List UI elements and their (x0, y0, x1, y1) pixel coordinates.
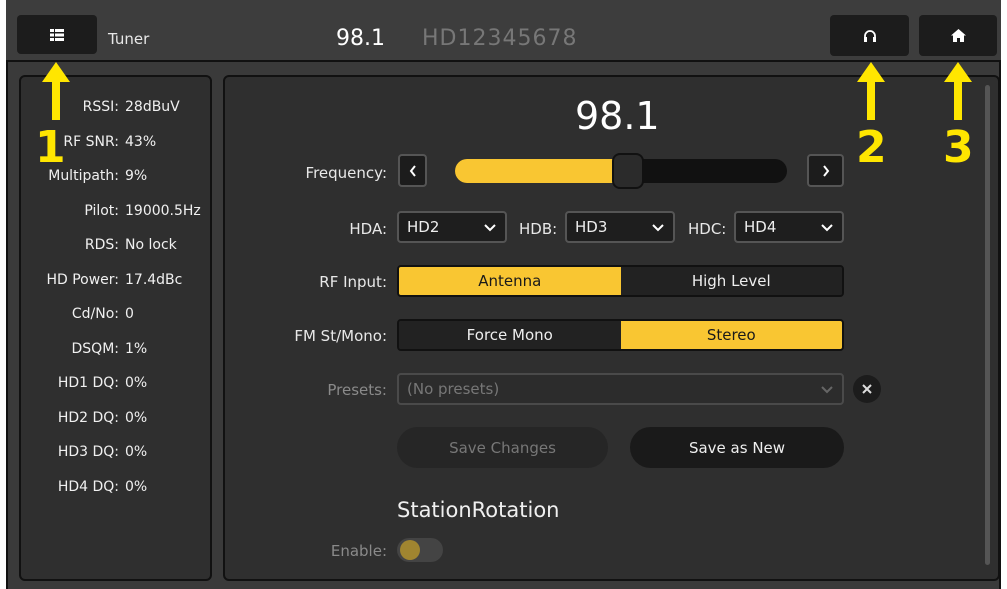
stat-label: HD Power: (46, 271, 119, 288)
stat-label: HD4 DQ: (57, 478, 119, 495)
hdc-label: HDC: (688, 220, 727, 238)
home-button[interactable] (919, 15, 997, 56)
fm-mode-label: FM St/Mono: (294, 327, 387, 345)
chevron-down-icon (652, 224, 664, 232)
stat-row: HD3 DQ: 0% (24, 444, 147, 460)
chevron-right-icon (822, 164, 829, 177)
stat-row: HD2 DQ: 0% (24, 410, 147, 426)
frequency-label: Frequency: (305, 164, 387, 182)
station-rotation-heading: StationRotation (397, 498, 560, 522)
stat-value: 19000.5Hz (125, 202, 201, 219)
chevron-left-icon (409, 164, 416, 177)
stat-label: Cd/No: (71, 306, 119, 322)
hdb-label: HDB: (519, 220, 558, 238)
frequency-slider-thumb[interactable] (611, 153, 644, 189)
stat-value: 0% (125, 375, 148, 391)
stat-row: HD1 DQ: 0% (24, 375, 147, 391)
chevron-down-icon (821, 224, 833, 232)
save-changes-button[interactable]: Save Changes (397, 427, 608, 468)
stat-label: HD1 DQ: (57, 375, 119, 391)
fm-mode-toggle[interactable]: Force Mono Stereo (397, 319, 844, 351)
stat-row: RDS: No lock (24, 237, 177, 253)
enable-label: Enable: (330, 542, 387, 560)
stat-row: Cd/No: 0 (24, 306, 134, 322)
stat-row: DSQM: 1% (24, 340, 148, 357)
frequency-display: 98.1 (575, 94, 660, 138)
chevron-down-icon (484, 224, 496, 232)
frequency-slider-fill (455, 159, 628, 183)
hda-select[interactable]: HD2 (397, 211, 507, 243)
stat-label: Pilot: (84, 202, 119, 219)
rf-input-toggle[interactable]: Antenna High Level (397, 265, 844, 297)
rf-input-antenna-option[interactable]: Antenna (399, 267, 621, 295)
chevron-down-icon (821, 386, 833, 394)
stat-value: 0 (125, 306, 134, 322)
stat-label: HD2 DQ: (57, 409, 119, 426)
frequency-slider[interactable] (455, 153, 787, 189)
toggle-knob (400, 540, 420, 560)
presets-select[interactable]: (No presets) (397, 373, 844, 405)
stat-label: HD3 DQ: (57, 444, 119, 460)
rf-input-high-level-option[interactable]: High Level (620, 267, 842, 295)
save-as-new-button[interactable]: Save as New (630, 427, 844, 468)
grid-menu-icon (50, 28, 64, 41)
stat-value: 1% (125, 340, 148, 357)
stat-value: 0% (125, 478, 148, 495)
stat-value: 0% (125, 409, 148, 426)
annotation-arrow-2 (857, 62, 885, 120)
hdc-select[interactable]: HD4 (734, 211, 844, 243)
annotation-arrow-1 (42, 62, 70, 120)
stat-value: 28dBuV (125, 99, 180, 115)
annotation-number-3: 3 (943, 122, 974, 173)
annotation-number-1: 1 (35, 122, 66, 173)
station-rotation-enable-toggle[interactable] (397, 538, 443, 562)
stat-row: HD4 DQ: 0% (24, 479, 147, 495)
presets-value: (No presets) (407, 380, 500, 398)
menu-button[interactable] (17, 15, 97, 54)
stat-label: RDS: (84, 237, 119, 253)
stat-value: No lock (125, 237, 177, 253)
stat-value: 0% (125, 444, 148, 460)
stat-row: Pilot: 19000.5Hz (24, 202, 201, 219)
presets-label: Presets: (327, 381, 387, 399)
hdc-value: HD4 (744, 218, 777, 236)
hda-value: HD2 (407, 218, 440, 236)
headphones-icon (863, 29, 876, 42)
annotation-arrow-3 (944, 62, 972, 120)
rf-input-label: RF Input: (319, 273, 387, 291)
frequency-down-button[interactable] (398, 154, 427, 187)
close-icon (862, 384, 872, 394)
annotation-number-2: 2 (856, 122, 887, 173)
hdb-select[interactable]: HD3 (565, 211, 675, 243)
current-frequency: 98.1 (336, 26, 385, 51)
hdb-value: HD3 (575, 218, 608, 236)
stat-label: DSQM: (71, 340, 119, 357)
clear-presets-button[interactable] (853, 375, 881, 403)
hda-label: HDA: (349, 220, 387, 238)
stat-row: HD Power: 17.4dBc (24, 272, 182, 288)
app-title: Tuner (108, 30, 150, 48)
headphones-button[interactable] (830, 15, 909, 56)
home-icon (950, 29, 966, 42)
main-scrollbar[interactable] (985, 85, 990, 565)
stat-value: 9% (125, 168, 148, 184)
frequency-up-button[interactable] (807, 154, 844, 187)
fm-stereo-option[interactable]: Stereo (620, 321, 842, 349)
hd-station-id: HD12345678 (422, 26, 578, 51)
stat-value: 43% (125, 133, 157, 150)
stat-value: 17.4dBc (125, 271, 183, 288)
fm-force-mono-option[interactable]: Force Mono (399, 321, 621, 349)
